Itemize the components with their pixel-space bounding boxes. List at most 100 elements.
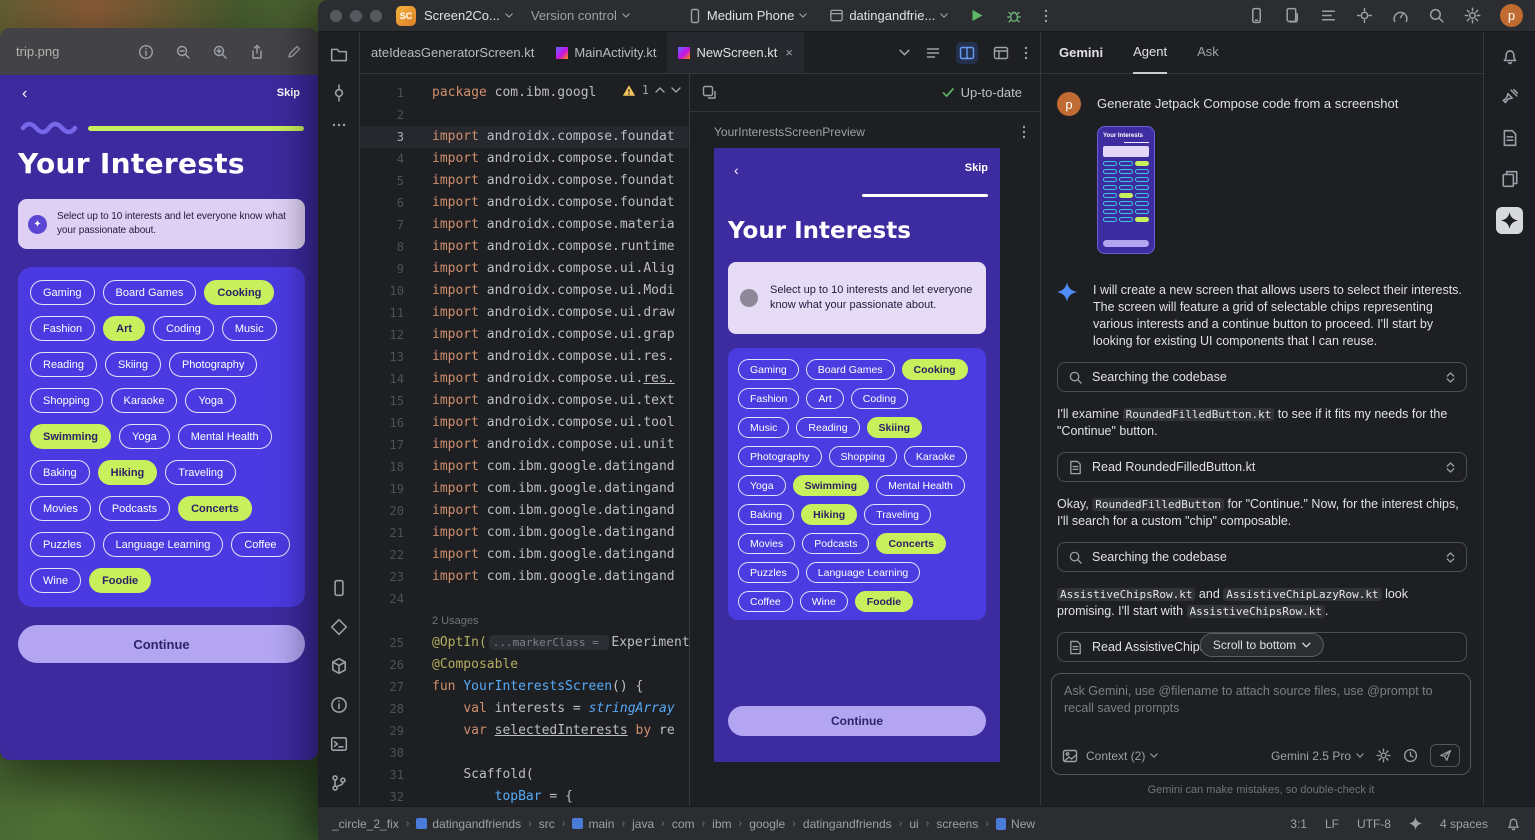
code-line[interactable]: 13import androidx.compose.ui.res. xyxy=(360,346,689,368)
code-line[interactable]: 21import com.ibm.google.datingand xyxy=(360,522,689,544)
indent-setting[interactable]: 4 spaces xyxy=(1440,817,1488,831)
interest-chip[interactable]: Shopping xyxy=(829,446,897,467)
code-line[interactable]: 6import androidx.compose.foundat xyxy=(360,192,689,214)
code-line[interactable]: 30 xyxy=(360,742,689,764)
interest-chip[interactable]: Swimming xyxy=(793,475,870,496)
code-line[interactable]: 17import androidx.compose.ui.unit xyxy=(360,434,689,456)
tool-call-read-file-1[interactable]: Read RoundedFilledButton.kt xyxy=(1057,452,1467,482)
prompt-input[interactable] xyxy=(1064,683,1458,735)
app-inspection-icon[interactable] xyxy=(1356,7,1373,24)
gemini-tool-icon[interactable] xyxy=(1496,207,1523,234)
interest-chip[interactable]: Puzzles xyxy=(738,562,799,583)
code-line[interactable]: 5import androidx.compose.foundat xyxy=(360,170,689,192)
interest-chip[interactable]: Podcasts xyxy=(99,496,170,521)
tab-mainactivity[interactable]: MainActivity.kt xyxy=(545,32,667,73)
commit-tool-icon[interactable] xyxy=(330,84,348,102)
interest-chip[interactable]: Podcasts xyxy=(802,533,869,554)
interest-chip[interactable]: Mental Health xyxy=(876,475,965,496)
code-view-icon[interactable] xyxy=(925,45,941,61)
profiler-icon[interactable] xyxy=(1392,7,1409,24)
code-line[interactable]: 15import androidx.compose.ui.text xyxy=(360,390,689,412)
interest-chip[interactable]: Concerts xyxy=(876,533,946,554)
package-tool-icon[interactable] xyxy=(330,657,348,675)
code-line[interactable]: 19import com.ibm.google.datingand xyxy=(360,478,689,500)
interest-chip[interactable]: Yoga xyxy=(119,424,170,449)
interest-chip[interactable]: Reading xyxy=(796,417,859,438)
interest-chip[interactable]: Karaoke xyxy=(904,446,967,467)
interest-chip[interactable]: Traveling xyxy=(165,460,236,485)
notifications-icon[interactable] xyxy=(1501,47,1519,65)
close-tab-icon[interactable]: × xyxy=(785,45,793,60)
send-button[interactable] xyxy=(1430,744,1460,767)
compose-preview-phone[interactable]: ‹ Skip Your Interests Select up to 10 in… xyxy=(714,148,1000,762)
tab-newscreen[interactable]: NewScreen.kt × xyxy=(667,32,804,73)
interest-chip[interactable]: Cooking xyxy=(902,359,968,380)
run-configuration-selector[interactable]: datingandfrie... xyxy=(829,8,948,23)
breadcrumb-item[interactable]: ibm xyxy=(712,817,731,831)
code-line[interactable]: 31 Scaffold( xyxy=(360,764,689,786)
editor-kebab-icon[interactable] xyxy=(1024,45,1028,61)
problems-tool-icon[interactable] xyxy=(330,696,348,714)
interest-chip[interactable]: Concerts xyxy=(178,496,252,521)
preview-kebab-icon[interactable] xyxy=(1022,124,1026,140)
device-manager-icon[interactable] xyxy=(1248,7,1265,24)
share-icon[interactable] xyxy=(249,44,265,60)
code-line[interactable]: 2 xyxy=(360,104,689,126)
code-line[interactable]: 22import com.ibm.google.datingand xyxy=(360,544,689,566)
tool-call-search-codebase-2[interactable]: Searching the codebase xyxy=(1057,542,1467,572)
interest-chip[interactable]: Art xyxy=(806,388,843,409)
zoom-window-icon[interactable] xyxy=(370,10,382,22)
breadcrumb-item[interactable]: New xyxy=(996,817,1035,831)
close-window-icon[interactable] xyxy=(330,10,342,22)
interest-chip[interactable]: Board Games xyxy=(103,280,197,305)
interest-chip[interactable]: Traveling xyxy=(864,504,931,525)
pages-icon[interactable] xyxy=(1501,170,1519,188)
code-editor[interactable]: 1package com.ibm.googl23import androidx.… xyxy=(360,74,690,806)
info-icon[interactable] xyxy=(138,44,154,60)
breadcrumb-item[interactable]: src xyxy=(539,817,555,831)
code-line[interactable]: 10import androidx.compose.ui.Modi xyxy=(360,280,689,302)
breadcrumb-item[interactable]: _circle_2_fix xyxy=(332,817,399,831)
interest-chip[interactable]: Music xyxy=(738,417,789,438)
tab-agent[interactable]: Agent xyxy=(1133,32,1167,74)
prompt-input-box[interactable]: Context (2) Gemini 2.5 Pro xyxy=(1051,673,1471,775)
code-line[interactable]: 9import androidx.compose.ui.Alig xyxy=(360,258,689,280)
breadcrumb-item[interactable]: ui xyxy=(909,817,918,831)
user-avatar[interactable]: p xyxy=(1500,4,1523,27)
interest-chip[interactable]: Wine xyxy=(30,568,81,593)
breadcrumb-item[interactable]: main xyxy=(572,817,614,831)
more-actions-icon[interactable] xyxy=(1044,8,1048,24)
code-line[interactable]: 7import androidx.compose.materia xyxy=(360,214,689,236)
window-controls[interactable] xyxy=(330,10,382,22)
breadcrumb-item[interactable]: datingandfriends xyxy=(416,817,521,831)
run-button[interactable] xyxy=(970,8,984,23)
interest-chip[interactable]: Foodie xyxy=(89,568,151,593)
code-line[interactable]: 25@OptIn(...markerClass = Experiment xyxy=(360,632,689,654)
attach-image-icon[interactable] xyxy=(1062,748,1078,764)
logcat-icon[interactable] xyxy=(1320,7,1337,24)
context-selector[interactable]: Context (2) xyxy=(1086,749,1158,763)
model-selector[interactable]: Gemini 2.5 Pro xyxy=(1271,749,1364,763)
code-line[interactable]: 26@Composable xyxy=(360,654,689,676)
interest-chip[interactable]: Gaming xyxy=(30,280,95,305)
line-separator[interactable]: LF xyxy=(1325,817,1339,831)
code-line[interactable]: 24 xyxy=(360,588,689,610)
interest-chip[interactable]: Shopping xyxy=(30,388,103,413)
editor-split-icon[interactable] xyxy=(702,85,718,101)
breadcrumb-item[interactable]: screens xyxy=(936,817,978,831)
interest-chip[interactable]: Board Games xyxy=(806,359,895,380)
interest-chip[interactable]: Coffee xyxy=(738,591,793,612)
design-view-icon[interactable] xyxy=(993,45,1009,61)
breadcrumb-item[interactable]: google xyxy=(749,817,785,831)
settings-icon[interactable] xyxy=(1464,7,1481,24)
code-line[interactable]: 28 val interests = stringArray xyxy=(360,698,689,720)
interest-chip[interactable]: Skiing xyxy=(105,352,161,377)
interest-chip[interactable]: Music xyxy=(222,316,277,341)
more-tools-icon[interactable] xyxy=(331,122,347,128)
tab-list-chevron-icon[interactable] xyxy=(899,49,910,56)
interest-chip[interactable]: Puzzles xyxy=(30,532,95,557)
code-line[interactable]: 29 var selectedInterests by re xyxy=(360,720,689,742)
code-line[interactable]: 12import androidx.compose.ui.grap xyxy=(360,324,689,346)
interest-chip[interactable]: Yoga xyxy=(185,388,236,413)
interest-chip[interactable]: Art xyxy=(103,316,145,341)
